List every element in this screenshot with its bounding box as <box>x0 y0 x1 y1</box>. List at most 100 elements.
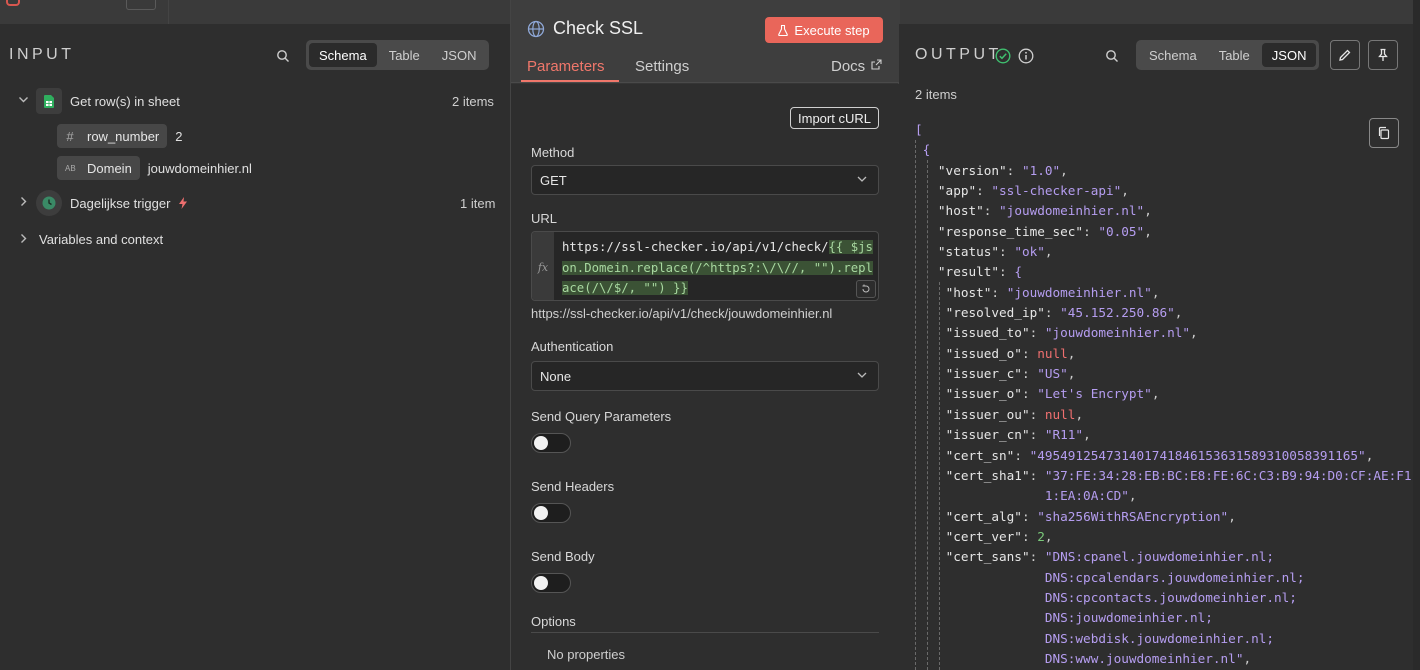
json-line: "response_time_sec": "0.05", <box>915 222 1420 242</box>
docs-label: Docs <box>831 58 866 75</box>
json-line: "host": "jouwdomeinhier.nl", <box>915 201 1420 221</box>
tree-node-variables[interactable]: Variables and context <box>18 232 163 247</box>
json-output-view[interactable]: [ { "version": "1.0", "app": "ssl-checke… <box>915 120 1420 669</box>
json-comma: , <box>1128 488 1137 504</box>
search-icon[interactable] <box>276 49 290 63</box>
json-colon: : <box>1029 549 1045 565</box>
json-comma: , <box>1083 427 1091 443</box>
chevron-down-icon[interactable] <box>18 94 28 108</box>
tab-docs[interactable]: Docs <box>831 58 882 75</box>
authentication-select[interactable]: None <box>531 361 879 391</box>
json-key: "app" <box>937 183 977 199</box>
pin-output-button[interactable] <box>1368 40 1398 70</box>
json-colon: : <box>1006 162 1022 178</box>
json-colon: : <box>1029 325 1045 341</box>
json-line: "issued_o": null, <box>915 344 1420 364</box>
json-value: "Let's Encrypt" <box>1037 386 1152 402</box>
json-comma: , <box>1190 325 1198 341</box>
chevron-right-icon[interactable] <box>18 196 28 210</box>
json-line: "issued_to": "jouwdomeinhier.nl", <box>915 323 1420 343</box>
output-tab-table[interactable]: Table <box>1209 43 1260 67</box>
json-line: "resolved_ip": "45.152.250.86", <box>915 303 1420 323</box>
json-comma: , <box>1243 650 1252 666</box>
input-tab-json[interactable]: JSON <box>432 43 487 67</box>
tab-parameters[interactable]: Parameters <box>527 58 605 75</box>
json-value: "jouwdomeinhier.nl" <box>1006 284 1152 300</box>
field-value: jouwdomeinhier.nl <box>147 160 252 176</box>
output-tab-schema[interactable]: Schema <box>1139 43 1207 67</box>
json-line: DNS:cpcontacts.jouwdomeinhier.nl; <box>915 588 1420 608</box>
field-value: 2 <box>175 128 183 144</box>
json-value: "DNS:cpanel.jouwdomeinhier.nl; <box>1044 549 1275 565</box>
json-value: null <box>1037 345 1068 361</box>
json-key: "status" <box>937 244 1000 260</box>
url-expression-input[interactable]: fx https://ssl-checker.io/api/v1/check/{… <box>531 231 879 301</box>
json-key: "resolved_ip" <box>945 305 1045 321</box>
json-key: "version" <box>937 162 1007 178</box>
json-value: "jouwdomeinhier.nl" <box>1044 325 1191 341</box>
scrollbar-track[interactable] <box>1413 0 1420 670</box>
field-name: Domein <box>87 160 132 176</box>
external-link-icon <box>871 59 882 70</box>
json-colon: : <box>991 284 1007 300</box>
field-row-domein[interactable]: AB Domein jouwdomeinhier.nl <box>57 156 252 180</box>
node-title[interactable]: Check SSL <box>553 18 643 39</box>
json-key: "cert_sn" <box>945 447 1015 463</box>
json-value: "ssl-checker-api" <box>991 183 1122 199</box>
json-key: "result" <box>937 264 1000 280</box>
field-row-row-number[interactable]: # row_number 2 <box>57 124 183 148</box>
input-tab-table[interactable]: Table <box>379 43 430 67</box>
field-pill[interactable]: AB Domein <box>57 156 140 180</box>
json-value: "US" <box>1037 366 1068 382</box>
number-type-icon: # <box>66 128 74 144</box>
json-comma: , <box>1365 447 1374 463</box>
field-pill[interactable]: # row_number <box>57 124 168 148</box>
tree-node-dagelijkse-trigger[interactable]: Dagelijkse trigger <box>18 190 188 216</box>
json-colon: : <box>1044 305 1061 321</box>
json-value: DNS:cpcontacts.jouwdomeinhier.nl; <box>1044 589 1297 605</box>
json-value: { <box>1014 264 1022 280</box>
toggle-knob <box>534 576 548 590</box>
chevron-right-icon[interactable] <box>18 233 28 247</box>
json-value: DNS:webdisk.jouwdomeinhier.nl; <box>1044 630 1275 646</box>
toolbar-button[interactable] <box>126 0 156 10</box>
search-icon[interactable] <box>1105 49 1119 63</box>
json-value: "R11" <box>1044 427 1084 443</box>
send-body-toggle[interactable] <box>531 573 571 593</box>
json-line: "app": "ssl-checker-api", <box>915 181 1420 201</box>
json-comma: , <box>1067 366 1076 382</box>
edit-output-button[interactable] <box>1330 40 1360 70</box>
input-tab-schema[interactable]: Schema <box>309 43 377 67</box>
json-colon: : <box>983 203 1000 219</box>
output-tab-json[interactable]: JSON <box>1261 43 1317 67</box>
tab-settings[interactable]: Settings <box>635 58 689 75</box>
json-key: "cert_ver" <box>945 528 1022 544</box>
url-code[interactable]: https://ssl-checker.io/api/v1/check/{{ $… <box>562 237 878 299</box>
execute-step-button[interactable]: Execute step <box>765 17 883 43</box>
authentication-label: Authentication <box>531 339 614 354</box>
json-colon: : <box>1029 406 1045 422</box>
expand-editor-icon[interactable] <box>856 280 876 298</box>
info-icon[interactable] <box>1018 48 1034 64</box>
json-line: "cert_sans": "DNS:cpanel.jouwdomeinhier.… <box>915 547 1420 567</box>
import-curl-button[interactable]: Import cURL <box>790 107 879 129</box>
json-comma: , <box>1144 203 1152 219</box>
tree-node-get-rows[interactable]: Get row(s) in sheet <box>18 88 180 114</box>
method-label: Method <box>531 145 575 160</box>
json-line: "issuer_ou": null, <box>915 405 1420 425</box>
send-query-toggle[interactable] <box>531 433 571 453</box>
json-value: "1.0" <box>1021 162 1061 178</box>
method-select[interactable]: GET <box>531 165 879 195</box>
flask-icon <box>778 24 789 36</box>
send-headers-toggle[interactable] <box>531 503 571 523</box>
url-label: URL <box>531 211 558 226</box>
